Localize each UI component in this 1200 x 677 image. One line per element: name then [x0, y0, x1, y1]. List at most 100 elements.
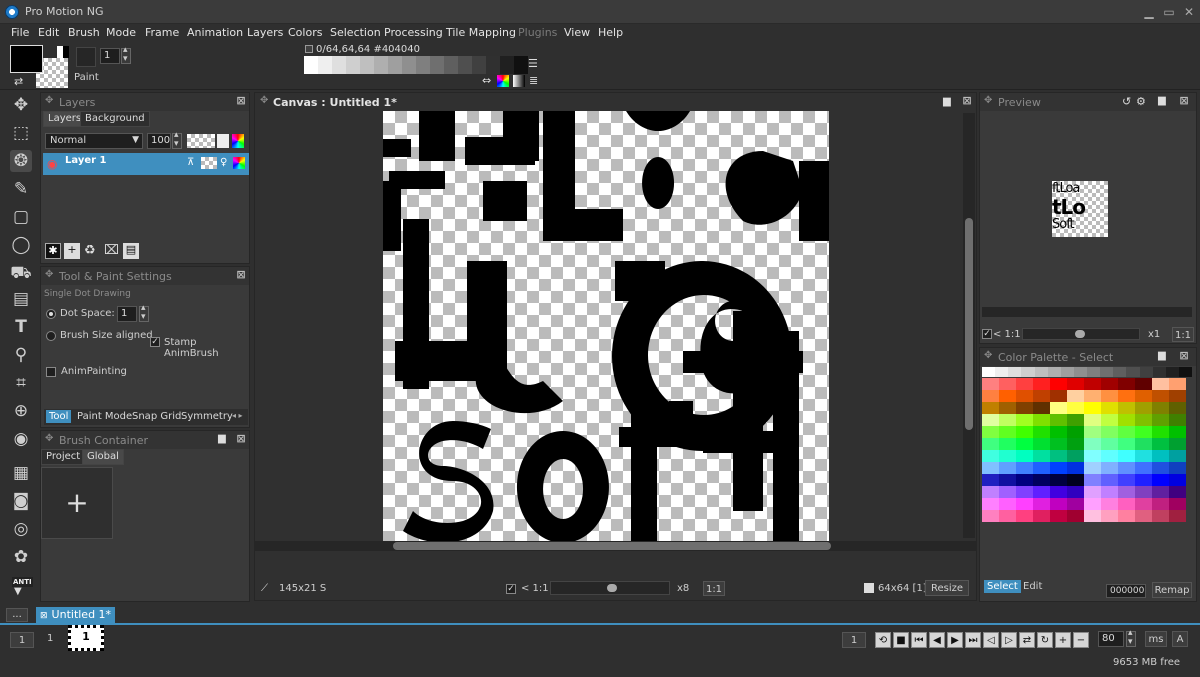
step-back-icon[interactable]: ◁: [983, 632, 999, 648]
menu-file[interactable]: File: [11, 26, 29, 39]
resize-button[interactable]: Resize: [925, 580, 969, 596]
grip-icon[interactable]: ✥: [984, 95, 992, 106]
folder-icon[interactable]: ▆: [943, 96, 951, 107]
ramp-swatch[interactable]: [486, 56, 500, 74]
brush-preview[interactable]: [76, 47, 96, 67]
palette-grid[interactable]: [982, 378, 1186, 522]
palette-swatch[interactable]: [1118, 450, 1135, 462]
menu-view[interactable]: View: [564, 26, 590, 39]
pipette-icon[interactable]: ⚲: [10, 344, 32, 366]
folder-icon[interactable]: ▆: [218, 433, 226, 444]
palette-swatch[interactable]: [1169, 390, 1186, 402]
palette-swatch[interactable]: [1101, 438, 1118, 450]
palette-swatch[interactable]: [1178, 367, 1192, 377]
palette-swatch[interactable]: [1033, 414, 1050, 426]
palette-swatch[interactable]: [1016, 438, 1033, 450]
settings-icon[interactable]: ⚙: [1136, 95, 1146, 108]
palette-swatch[interactable]: [1118, 474, 1135, 486]
one-to-one-button[interactable]: 1:1: [703, 581, 725, 596]
duplicate-layer-icon[interactable]: +: [64, 243, 80, 259]
zoom-lock-checkbox[interactable]: ✓: [506, 584, 516, 594]
brush-size-stepper[interactable]: [121, 45, 131, 64]
palette-swatch[interactable]: [1152, 438, 1169, 450]
gradient-fill-icon[interactable]: ▤: [10, 288, 32, 310]
palette-swatch[interactable]: [999, 402, 1016, 414]
palette-swatch[interactable]: [1050, 414, 1067, 426]
palette-swatch[interactable]: [1152, 450, 1169, 462]
palette-swatch[interactable]: [1169, 438, 1186, 450]
palette-swatch[interactable]: [1033, 426, 1050, 438]
palette-swatch[interactable]: [982, 450, 999, 462]
pencil-icon[interactable]: ✎: [10, 178, 32, 200]
palette-swatch[interactable]: [1169, 462, 1186, 474]
minimize-icon[interactable]: ▁: [1141, 4, 1157, 20]
menu-animation[interactable]: Animation: [187, 26, 243, 39]
palette-swatch[interactable]: [999, 474, 1016, 486]
palette-swatch[interactable]: [1169, 450, 1186, 462]
palette-swatch[interactable]: [1084, 450, 1101, 462]
palette-swatch[interactable]: [1073, 367, 1087, 377]
palette-swatch[interactable]: [1165, 367, 1179, 377]
palette-swatch[interactable]: [1033, 462, 1050, 474]
menu-processing[interactable]: Processing: [384, 26, 443, 39]
palette-swatch[interactable]: [1101, 510, 1118, 522]
palette-swatch[interactable]: [1084, 498, 1101, 510]
loop-icon[interactable]: ⟲: [875, 632, 891, 648]
brush-size-input[interactable]: 1: [100, 48, 120, 64]
more-button[interactable]: ...: [6, 608, 28, 622]
palette-swatch[interactable]: [999, 426, 1016, 438]
palette-swatch[interactable]: [995, 367, 1009, 377]
speed-stepper[interactable]: [1126, 628, 1136, 647]
palette-swatch[interactable]: [1084, 474, 1101, 486]
text-icon[interactable]: T: [10, 316, 32, 338]
tab-global[interactable]: Global: [82, 449, 124, 465]
palette-swatch[interactable]: [1101, 390, 1118, 402]
gradient-icon[interactable]: [513, 75, 525, 87]
brush-pick-icon[interactable]: ◉: [10, 428, 32, 450]
palette-swatch[interactable]: [1050, 426, 1067, 438]
palette-swatch[interactable]: [1101, 450, 1118, 462]
palette-swatch[interactable]: [1033, 510, 1050, 522]
palette-swatch[interactable]: [1169, 426, 1186, 438]
palette-swatch[interactable]: [999, 414, 1016, 426]
palette-swatch[interactable]: [1016, 426, 1033, 438]
close-icon[interactable]: ⊠: [235, 269, 247, 281]
add-frame-icon[interactable]: +: [1055, 632, 1071, 648]
palette-swatch[interactable]: [999, 498, 1016, 510]
palette-swatch[interactable]: [1101, 402, 1118, 414]
ramp-swatch[interactable]: [346, 56, 360, 74]
palette-swatch[interactable]: [1113, 367, 1127, 377]
close-icon[interactable]: ⊠: [1178, 95, 1190, 107]
close-icon[interactable]: ⊠: [961, 95, 973, 107]
color-picker-icon[interactable]: [497, 75, 509, 87]
canvas-image[interactable]: [383, 31, 829, 543]
palette-swatch[interactable]: [1021, 367, 1035, 377]
tab-select[interactable]: Select: [984, 580, 1021, 593]
palette-swatch[interactable]: [1067, 378, 1084, 390]
ramp-swatch[interactable]: [430, 56, 444, 74]
palette-swatch[interactable]: [999, 486, 1016, 498]
palette-swatch[interactable]: [982, 390, 999, 402]
palette-swatch[interactable]: [1152, 378, 1169, 390]
palette-swatch[interactable]: [1169, 498, 1186, 510]
palette-swatch[interactable]: [1152, 498, 1169, 510]
palette-swatch[interactable]: [1067, 426, 1084, 438]
last-frame-icon[interactable]: ⏭: [965, 632, 981, 648]
tab-paint-mode[interactable]: Paint Mode: [77, 411, 132, 422]
zoom-icon[interactable]: ⊕: [10, 400, 32, 422]
palette-swatch[interactable]: [1169, 414, 1186, 426]
palette-swatch[interactable]: [1084, 438, 1101, 450]
grip-icon[interactable]: ✥: [984, 350, 992, 361]
palette-swatch[interactable]: [999, 462, 1016, 474]
hex-input[interactable]: 000000: [1106, 584, 1146, 598]
palette-swatch[interactable]: [1152, 402, 1169, 414]
frame-icon[interactable]: ◙: [10, 490, 32, 512]
palette-swatch[interactable]: [1050, 474, 1067, 486]
palette-swatch[interactable]: [982, 486, 999, 498]
palette-swatch[interactable]: [1084, 510, 1101, 522]
zoom-slider-handle[interactable]: [607, 584, 617, 592]
palette-swatch[interactable]: [1016, 510, 1033, 522]
palette-swatch[interactable]: [982, 426, 999, 438]
spray-icon[interactable]: ❂: [10, 150, 32, 172]
palette-swatch[interactable]: [1152, 414, 1169, 426]
